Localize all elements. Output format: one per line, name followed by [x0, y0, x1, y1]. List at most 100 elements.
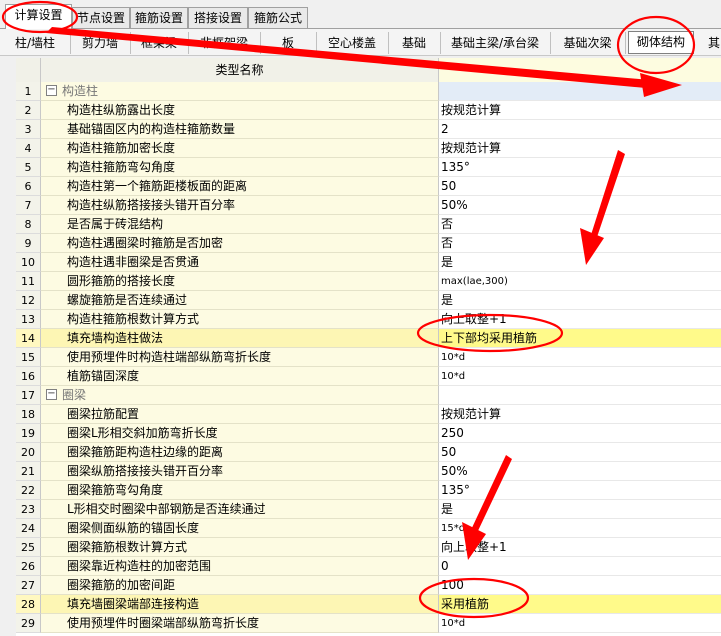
- collapse-icon[interactable]: −: [46, 85, 57, 96]
- table-row[interactable]: 12 螺旋箍筋是否连续通过 是: [16, 291, 721, 310]
- setting-name-cell: 圈梁L形相交斜加筋弯折长度: [41, 424, 439, 443]
- tab-lap-settings[interactable]: 搭接设置: [188, 7, 248, 28]
- table-row[interactable]: 2 构造柱纵筋露出长度 按规范计算: [16, 101, 721, 120]
- table-row[interactable]: 20 圈梁箍筋距构造柱边缘的距离 50: [16, 443, 721, 462]
- setting-value-cell[interactable]: 是: [439, 291, 721, 310]
- setting-name: 基础锚固区内的构造柱箍筋数量: [67, 122, 236, 136]
- setting-value-cell[interactable]: 0: [439, 557, 721, 576]
- setting-name: 是否属于砖混结构: [67, 217, 164, 231]
- collapse-icon[interactable]: −: [46, 389, 57, 400]
- tab-stirrup-settings[interactable]: 箍筋设置: [130, 7, 188, 28]
- table-row[interactable]: 29 使用预埋件时圈梁端部纵筋弯折长度 10*d: [16, 614, 721, 633]
- setting-value-cell[interactable]: 采用植筋: [439, 595, 721, 614]
- tab-stirrup-formula[interactable]: 箍筋公式: [248, 7, 308, 28]
- table-row[interactable]: 7 构造柱纵筋搭接接头错开百分率 50%: [16, 196, 721, 215]
- setting-name: 圈梁拉筋配置: [67, 407, 140, 421]
- setting-value-cell[interactable]: 10*d: [439, 367, 721, 386]
- setting-value-cell[interactable]: 100: [439, 576, 721, 595]
- setting-value-cell[interactable]: 2: [439, 120, 721, 139]
- setting-value-cell[interactable]: max(lae,300): [439, 272, 721, 291]
- table-row[interactable]: 8 是否属于砖混结构 否: [16, 215, 721, 234]
- setting-value-cell[interactable]: 250: [439, 424, 721, 443]
- setting-name: 圈梁纵筋搭接接头错开百分率: [67, 464, 224, 478]
- setting-value-cell[interactable]: 10*d: [439, 348, 721, 367]
- table-row[interactable]: 5 构造柱箍筋弯勾角度 135°: [16, 158, 721, 177]
- setting-value-cell[interactable]: 按规范计算: [439, 101, 721, 120]
- setting-value-cell[interactable]: 是: [439, 253, 721, 272]
- subtab-non-frame-beam[interactable]: 非框架梁: [188, 32, 261, 54]
- subtab-column[interactable]: 柱/墙柱: [0, 32, 71, 54]
- row-number: 25: [16, 538, 41, 557]
- tab-node-settings[interactable]: 节点设置: [72, 7, 130, 28]
- subtab-masonry[interactable]: 砌体结构: [628, 31, 694, 54]
- setting-name: 构造柱遇圈梁时箍筋是否加密: [67, 236, 224, 250]
- subtab-hollow-floor[interactable]: 空心楼盖: [316, 32, 389, 54]
- table-row[interactable]: 16 植筋锚固深度 10*d: [16, 367, 721, 386]
- setting-value-cell[interactable]: 否: [439, 234, 721, 253]
- setting-name-cell: 圆形箍筋的搭接长度: [41, 272, 439, 291]
- table-row[interactable]: 9 构造柱遇圈梁时箍筋是否加密 否: [16, 234, 721, 253]
- table-row[interactable]: 18 圈梁拉筋配置 按规范计算: [16, 405, 721, 424]
- table-row[interactable]: 14 填充墙构造柱做法 上下部均采用植筋: [16, 329, 721, 348]
- subtab-foundation[interactable]: 基础: [388, 32, 441, 54]
- row-number: 27: [16, 576, 41, 595]
- setting-value-cell[interactable]: 按规范计算: [439, 139, 721, 158]
- table-row[interactable]: 22 圈梁箍筋弯勾角度 135°: [16, 481, 721, 500]
- table-row[interactable]: 4 构造柱箍筋加密长度 按规范计算: [16, 139, 721, 158]
- group-label-cell: − 圈梁: [41, 386, 439, 405]
- subtab-more[interactable]: 其: [704, 32, 721, 54]
- setting-name: 构造柱遇非圈梁是否贯通: [67, 255, 200, 269]
- table-row[interactable]: 6 构造柱第一个箍筋距楼板面的距离 50: [16, 177, 721, 196]
- group-label-cell: − 构造柱: [41, 82, 439, 101]
- setting-name-cell: 构造柱箍筋根数计算方式: [41, 310, 439, 329]
- setting-value-cell[interactable]: [439, 82, 721, 101]
- setting-name: 圈梁: [62, 388, 87, 402]
- table-row[interactable]: 13 构造柱箍筋根数计算方式 向上取整+1: [16, 310, 721, 329]
- table-row[interactable]: 19 圈梁L形相交斜加筋弯折长度 250: [16, 424, 721, 443]
- subtab-shear-wall[interactable]: 剪力墙: [70, 32, 131, 54]
- subtab-foundation-secondary-beam[interactable]: 基础次梁: [550, 32, 626, 54]
- setting-value-cell[interactable]: 是: [439, 500, 721, 519]
- setting-value-cell[interactable]: 50: [439, 177, 721, 196]
- setting-value-cell[interactable]: 50%: [439, 462, 721, 481]
- row-number: 3: [16, 120, 41, 139]
- table-row[interactable]: 27 圈梁箍筋的加密间距 100: [16, 576, 721, 595]
- table-row[interactable]: 23 L形相交时圈梁中部钢筋是否连续通过 是: [16, 500, 721, 519]
- setting-value-cell[interactable]: 135°: [439, 158, 721, 177]
- table-row[interactable]: 15 使用预埋件时构造柱端部纵筋弯折长度 10*d: [16, 348, 721, 367]
- setting-value-cell[interactable]: 50: [439, 443, 721, 462]
- setting-value-cell[interactable]: 10*d: [439, 614, 721, 633]
- subtab-slab[interactable]: 板: [260, 32, 317, 54]
- group-row[interactable]: 17− 圈梁: [16, 386, 721, 405]
- table-row[interactable]: 26 圈梁靠近构造柱的加密范围 0: [16, 557, 721, 576]
- tab-calc-settings[interactable]: 计算设置: [5, 4, 72, 29]
- setting-name: 圈梁箍筋的加密间距: [67, 578, 176, 592]
- setting-name-cell: 构造柱遇非圈梁是否贯通: [41, 253, 439, 272]
- setting-name: L形相交时圈梁中部钢筋是否连续通过: [67, 502, 266, 516]
- subtab-foundation-main-beam[interactable]: 基础主梁/承台梁: [440, 32, 551, 54]
- setting-name-cell: L形相交时圈梁中部钢筋是否连续通过: [41, 500, 439, 519]
- table-row[interactable]: 11 圆形箍筋的搭接长度 max(lae,300): [16, 272, 721, 291]
- table-row[interactable]: 25 圈梁箍筋根数计算方式 向上取整+1: [16, 538, 721, 557]
- setting-value-cell[interactable]: 15*d: [439, 519, 721, 538]
- top-tab-bar: 计算设置 节点设置 箍筋设置 搭接设置 箍筋公式: [0, 0, 721, 29]
- setting-value-cell[interactable]: [439, 386, 721, 405]
- setting-name-cell: 螺旋箍筋是否连续通过: [41, 291, 439, 310]
- setting-value-cell[interactable]: 50%: [439, 196, 721, 215]
- setting-value-cell[interactable]: 上下部均采用植筋: [439, 329, 721, 348]
- setting-name: 使用预埋件时构造柱端部纵筋弯折长度: [67, 350, 272, 364]
- setting-value-cell[interactable]: 135°: [439, 481, 721, 500]
- table-row[interactable]: 10 构造柱遇非圈梁是否贯通 是: [16, 253, 721, 272]
- table-row[interactable]: 21 圈梁纵筋搭接接头错开百分率 50%: [16, 462, 721, 481]
- setting-value-cell[interactable]: 否: [439, 215, 721, 234]
- subtab-frame-beam[interactable]: 框架梁: [130, 32, 189, 54]
- table-row[interactable]: 24 圈梁侧面纵筋的锚固长度 15*d: [16, 519, 721, 538]
- group-row[interactable]: 1− 构造柱: [16, 82, 721, 101]
- setting-name-cell: 填充墙圈梁端部连接构造: [41, 595, 439, 614]
- table-row[interactable]: 3 基础锚固区内的构造柱箍筋数量 2: [16, 120, 721, 139]
- table-row[interactable]: 28 填充墙圈梁端部连接构造 采用植筋: [16, 595, 721, 614]
- setting-value-cell[interactable]: 按规范计算: [439, 405, 721, 424]
- setting-value-cell[interactable]: 向上取整+1: [439, 538, 721, 557]
- setting-value-cell[interactable]: 向上取整+1: [439, 310, 721, 329]
- row-number: 26: [16, 557, 41, 576]
